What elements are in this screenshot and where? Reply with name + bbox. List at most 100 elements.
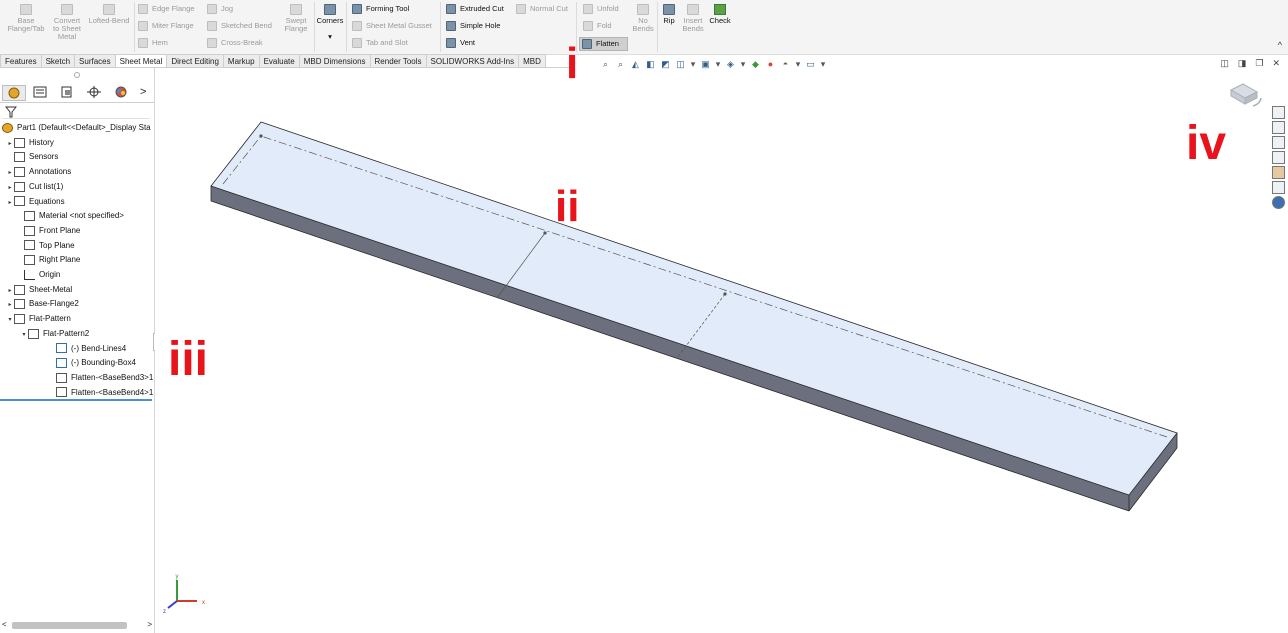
tree-item[interactable]: ▸ Equations: [6, 195, 65, 209]
previous-view-icon[interactable]: ◭: [630, 59, 641, 70]
tree-item[interactable]: Top Plane: [16, 239, 75, 253]
fold-button[interactable]: Fold: [583, 21, 612, 32]
tree-item[interactable]: Right Plane: [16, 253, 80, 267]
base-flange-button[interactable]: Base Flange/Tab: [4, 2, 48, 33]
tab-and-slot-button[interactable]: Tab and Slot: [352, 38, 408, 49]
close-icon[interactable]: ✕: [1272, 58, 1280, 69]
expand-toggle-icon[interactable]: ▾: [6, 313, 14, 327]
extruded-cut-button[interactable]: Extruded Cut: [446, 4, 504, 15]
expand-toggle-icon[interactable]: ▸: [6, 196, 14, 210]
tree-item[interactable]: Origin: [16, 268, 60, 282]
design-library-icon[interactable]: [1272, 121, 1285, 134]
lofted-bend-button[interactable]: Lofted-Bend: [86, 2, 132, 25]
unfold-button[interactable]: Unfold: [583, 4, 619, 15]
convert-to-sheet-metal-button[interactable]: Convert to Sheet Metal: [48, 2, 86, 41]
view-orientation-icon[interactable]: ▣: [700, 59, 711, 70]
edit-appearance-icon[interactable]: ●: [765, 59, 776, 70]
view-palette-icon[interactable]: [1272, 151, 1285, 164]
tree-item[interactable]: ▸ Annotations: [6, 165, 71, 179]
tree-item[interactable]: ▸ History: [6, 136, 54, 150]
rip-button[interactable]: Rip: [659, 2, 679, 25]
part-model[interactable]: y x z: [155, 68, 1288, 633]
display-style-icon[interactable]: ◈: [725, 59, 736, 70]
pane-splitter-handle[interactable]: [74, 72, 80, 78]
expand-toggle-icon[interactable]: ▾: [20, 328, 28, 342]
tree-item[interactable]: (-) Bend-Lines4: [48, 342, 126, 356]
configuration-manager-tab[interactable]: [56, 85, 80, 101]
check-button[interactable]: Check: [707, 2, 733, 25]
jog-button[interactable]: Jog: [207, 4, 233, 15]
tree-item[interactable]: ▾ Flat-Pattern2: [20, 327, 89, 341]
simple-hole-button[interactable]: Simple Hole: [446, 21, 500, 32]
chevron-down-icon[interactable]: ▾: [715, 59, 721, 70]
feature-tree-tab[interactable]: [2, 85, 26, 101]
tree-item[interactable]: Flatten-<BaseBend4>1: [48, 386, 153, 400]
sheet-metal-gusset-button[interactable]: Sheet Metal Gusset: [352, 21, 432, 32]
section-view-icon[interactable]: ◧: [645, 59, 656, 70]
flatten-button[interactable]: Flatten: [579, 37, 628, 51]
tree-item[interactable]: ▸ Cut list(1): [6, 180, 63, 194]
zoom-to-area-icon[interactable]: ⌕: [615, 59, 626, 70]
chevron-down-icon[interactable]: ▾: [328, 32, 332, 41]
collapse-ribbon-icon[interactable]: ^: [1278, 40, 1282, 50]
expand-toggle-icon[interactable]: ▸: [6, 181, 14, 195]
tree-item[interactable]: ▸ Sheet-Metal: [6, 283, 72, 297]
display-manager-tab[interactable]: [110, 85, 134, 101]
solidworks-resources-icon[interactable]: [1272, 196, 1285, 209]
home-icon[interactable]: [1272, 106, 1285, 119]
graphics-area[interactable]: y x z: [155, 68, 1288, 633]
tree-filter[interactable]: [2, 105, 150, 119]
chevron-down-icon[interactable]: ▾: [690, 59, 696, 70]
forming-tool-button[interactable]: Forming Tool: [352, 4, 409, 15]
view-settings-icon[interactable]: ▭: [805, 59, 816, 70]
tree-item[interactable]: Front Plane: [16, 224, 80, 238]
tree-item[interactable]: Flatten-<BaseBend3>1: [48, 371, 153, 385]
view-cube-icon[interactable]: [1227, 80, 1267, 112]
property-manager-tab[interactable]: [29, 85, 53, 101]
sketched-bend-button[interactable]: Sketched Bend: [207, 21, 272, 32]
dynamic-annotation-icon[interactable]: ◩: [660, 59, 671, 70]
rollback-bar[interactable]: [0, 399, 152, 401]
file-explorer-icon[interactable]: [1272, 136, 1285, 149]
edge-flange-button[interactable]: Edge Flange: [138, 4, 195, 15]
swept-flange-button[interactable]: Swept Flange: [280, 2, 312, 33]
no-bends-button[interactable]: No Bends: [631, 2, 655, 33]
corners-button[interactable]: Corners ▾: [315, 2, 345, 41]
tree-item[interactable]: Material <not specified>: [16, 209, 124, 223]
tree-item[interactable]: ▸ Base-Flange2: [6, 297, 79, 311]
view-selector-icon[interactable]: ◫: [675, 59, 686, 70]
tree-item-label: (-) Bend-Lines4: [71, 343, 127, 353]
tree-item[interactable]: Part1 (Default<<Default>_Display Sta: [2, 121, 151, 135]
tree-item[interactable]: Sensors: [6, 150, 58, 164]
vent-button[interactable]: Vent: [446, 38, 475, 49]
jog-icon: [207, 4, 217, 15]
expand-toggle-icon[interactable]: ▸: [6, 298, 14, 312]
custom-properties-icon[interactable]: [1272, 181, 1285, 194]
more-tabs-icon[interactable]: >: [140, 86, 146, 98]
miter-flange-button[interactable]: Miter Flange: [138, 21, 194, 32]
insert-bends-button[interactable]: Insert Bends: [680, 2, 706, 33]
hide-show-items-icon[interactable]: ◆: [750, 59, 761, 70]
appearances-icon[interactable]: [1272, 166, 1285, 179]
tile-icon[interactable]: ◫: [1220, 58, 1229, 69]
zoom-to-fit-icon[interactable]: ⌕: [600, 59, 611, 70]
minimize-icon[interactable]: ◨: [1238, 58, 1247, 69]
chevron-down-icon[interactable]: ▾: [820, 59, 826, 70]
hem-button[interactable]: Hem: [138, 38, 168, 49]
scroll-left-icon[interactable]: <: [2, 620, 7, 629]
dimxpert-manager-tab[interactable]: [83, 85, 107, 101]
tree-item[interactable]: ▾ Flat-Pattern: [6, 312, 71, 326]
scroll-right-icon[interactable]: >: [147, 620, 152, 629]
chevron-down-icon[interactable]: ▾: [795, 59, 801, 70]
apply-scene-icon[interactable]: ◓: [780, 59, 791, 70]
tree-item[interactable]: (-) Bounding-Box4: [48, 356, 136, 370]
expand-toggle-icon[interactable]: ▸: [6, 137, 14, 151]
normal-cut-button[interactable]: Normal Cut: [516, 4, 568, 15]
scrollbar-thumb[interactable]: [12, 622, 127, 629]
horizontal-scrollbar[interactable]: < >: [2, 620, 152, 630]
restore-icon[interactable]: ❐: [1255, 58, 1263, 69]
expand-toggle-icon[interactable]: ▸: [6, 284, 14, 298]
cross-break-button[interactable]: Cross-Break: [207, 38, 263, 49]
expand-toggle-icon[interactable]: ▸: [6, 166, 14, 180]
chevron-down-icon[interactable]: ▾: [740, 59, 746, 70]
